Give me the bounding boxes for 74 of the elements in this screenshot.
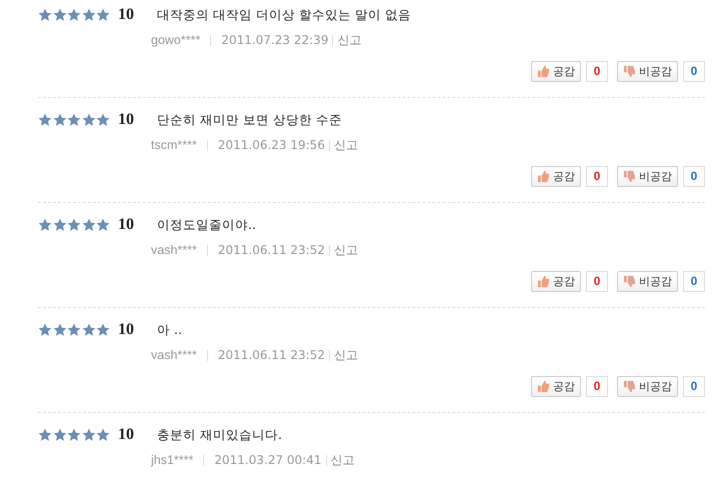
star-icon xyxy=(67,8,81,22)
thumbs-up-icon xyxy=(537,170,550,182)
star-icon xyxy=(52,113,66,127)
report-link[interactable]: 신고 xyxy=(330,452,354,468)
like-button[interactable]: 공감 xyxy=(531,270,581,292)
thumbs-down-icon xyxy=(623,380,636,392)
review-date: 2011.07.23 22:39 xyxy=(221,33,328,47)
score: 10 xyxy=(118,111,135,129)
dislike-count: 0 xyxy=(683,376,705,396)
star-icon xyxy=(82,428,96,442)
review-date: 2011.03.27 00:41 xyxy=(214,453,322,467)
report-link[interactable]: 신고 xyxy=(334,242,358,258)
dislike-count: 0 xyxy=(683,166,705,186)
like-button[interactable]: 공감 xyxy=(531,60,581,82)
username: tscm**** xyxy=(151,138,197,152)
star-icon xyxy=(38,323,52,337)
thumbs-down-icon xyxy=(623,64,636,78)
like-count: 0 xyxy=(586,60,608,82)
dislike-count: 0 xyxy=(683,60,705,82)
score: 10 xyxy=(118,6,135,24)
username: vash**** xyxy=(151,348,197,362)
username: jhs1**** xyxy=(151,453,194,467)
thumbs-down-icon xyxy=(623,274,636,288)
star-icon xyxy=(96,218,110,232)
dislike-button[interactable]: 비공감 xyxy=(617,376,678,396)
like-button[interactable]: 공감 xyxy=(531,166,581,186)
star-icon xyxy=(82,113,96,127)
star-icon xyxy=(82,323,96,337)
score: 10 xyxy=(118,426,135,444)
star-icon xyxy=(67,323,81,337)
review-text: 충분히 재미있습니다. xyxy=(157,426,282,444)
score: 10 xyxy=(118,216,135,234)
like-count: 0 xyxy=(586,270,608,292)
dislike-button[interactable]: 비공감 xyxy=(617,166,678,186)
star-icon xyxy=(96,113,110,127)
star-icon xyxy=(96,428,110,442)
star-icon xyxy=(52,8,66,22)
star-icon xyxy=(82,218,96,232)
star-icon xyxy=(52,323,66,337)
thumbs-up-icon xyxy=(537,380,550,392)
star-icon xyxy=(96,8,110,22)
star-icon xyxy=(67,218,81,232)
thumbs-up-icon xyxy=(537,64,550,78)
star-icon xyxy=(96,323,110,337)
review-text: 아 .. xyxy=(157,322,182,338)
dislike-button[interactable]: 비공감 xyxy=(617,60,678,82)
like-button[interactable]: 공감 xyxy=(531,376,581,396)
like-count: 0 xyxy=(586,376,608,396)
like-count: 0 xyxy=(586,166,608,186)
username: gowo**** xyxy=(151,33,200,47)
review-date: 2011.06.11 23:52 xyxy=(218,243,325,257)
thumbs-up-icon xyxy=(537,274,550,288)
star-icon xyxy=(38,8,52,22)
review-date: 2011.06.11 23:52 xyxy=(218,348,325,362)
thumbs-down-icon xyxy=(623,170,636,182)
star-icon xyxy=(38,218,52,232)
report-link[interactable]: 신고 xyxy=(337,32,362,48)
star-icon xyxy=(52,428,66,442)
dislike-count: 0 xyxy=(683,270,705,292)
review-text: 대작중의 대작임 더이상 할수있는 말이 없음 xyxy=(157,6,411,24)
star-icon xyxy=(67,113,81,127)
star-icon xyxy=(67,428,81,442)
star-icon xyxy=(82,8,96,22)
dislike-button[interactable]: 비공감 xyxy=(617,270,678,292)
score: 10 xyxy=(118,321,135,339)
report-link[interactable]: 신고 xyxy=(334,346,358,364)
report-link[interactable]: 신고 xyxy=(334,136,358,154)
star-icon xyxy=(38,428,52,442)
review-text: 단순히 재미만 보면 상당한 수준 xyxy=(157,112,342,128)
review-date: 2011.06.23 19:56 xyxy=(218,138,325,152)
star-icon xyxy=(52,218,66,232)
username: vash**** xyxy=(151,243,197,257)
star-icon xyxy=(38,113,52,127)
review-text: 이정도일줄이야.. xyxy=(157,216,256,234)
